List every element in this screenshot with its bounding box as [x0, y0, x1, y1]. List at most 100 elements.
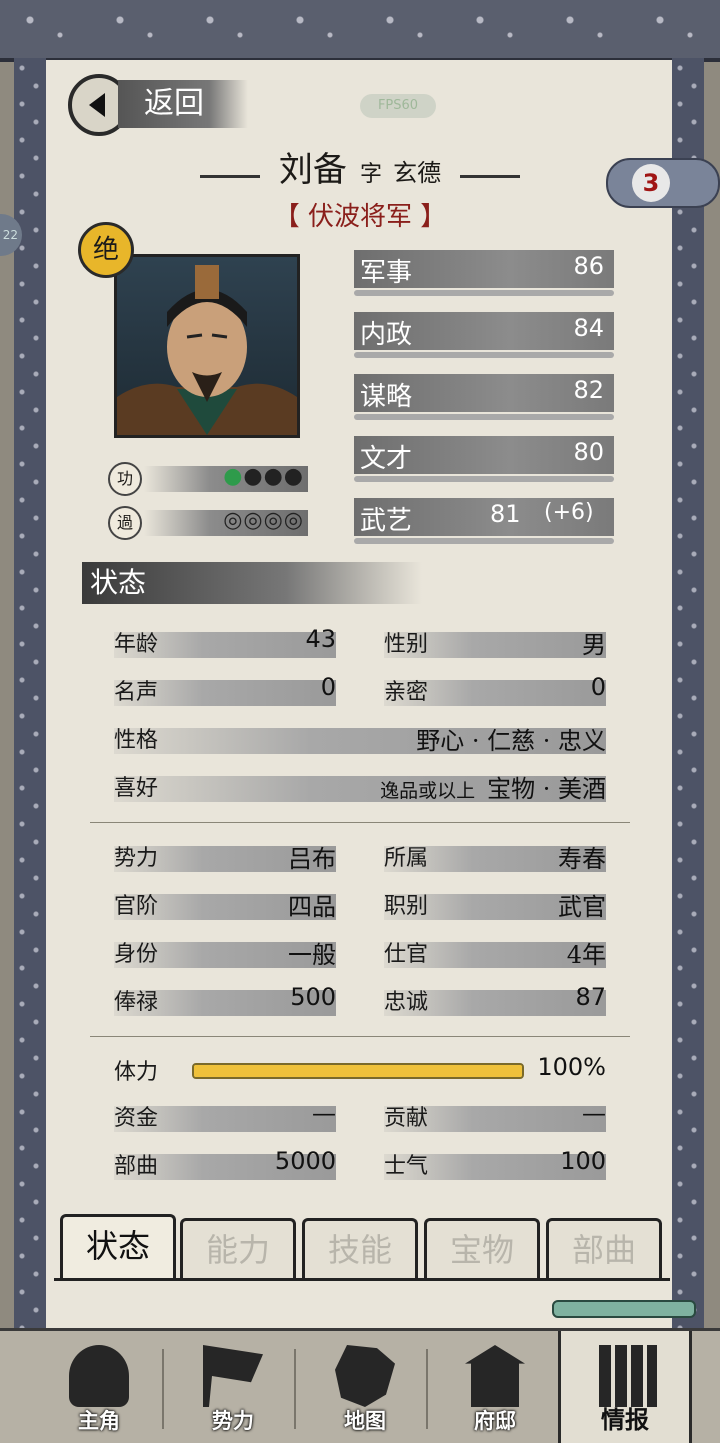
- character-name: 刘备: [278, 150, 347, 190]
- demerit-marks: ◎◎◎◎: [223, 508, 304, 533]
- nav-faction[interactable]: 势力: [168, 1331, 298, 1443]
- tab-ability[interactable]: 能力: [180, 1218, 296, 1280]
- field-label: 亲密: [384, 680, 429, 705]
- attr-label: 内政: [360, 320, 413, 350]
- mark-icon: ◎: [223, 508, 244, 533]
- attr-value: 81: [490, 500, 521, 528]
- identity-field: 身份 一般: [114, 941, 336, 969]
- merit-marks: ●●●●: [223, 464, 304, 489]
- field-value: 0: [320, 673, 336, 701]
- field-value: 野心 · 仁慈 · 忠义: [416, 727, 606, 755]
- tab-status[interactable]: 状态: [60, 1214, 176, 1280]
- gender-field: 性别 男: [384, 631, 606, 659]
- tab-troops[interactable]: 部曲: [546, 1218, 662, 1280]
- attr-literary[interactable]: 文才 80: [354, 436, 614, 482]
- field-label: 士气: [384, 1154, 429, 1179]
- field-value: —: [312, 1099, 336, 1127]
- hobby-qualifier: 逸品或以上: [380, 780, 476, 802]
- rank-field: 官阶 四品: [114, 893, 336, 921]
- faction-field: 势力 吕布: [114, 845, 336, 873]
- scroll-ribbon-icon: [552, 1300, 696, 1318]
- cloud-badge-count: 3: [632, 164, 670, 202]
- nav-hero[interactable]: 主角: [34, 1331, 164, 1443]
- merit-seal-icon: 功: [108, 462, 142, 496]
- field-value: 100%: [537, 1053, 606, 1081]
- flag-icon: [203, 1345, 263, 1407]
- portrait-image: [117, 265, 297, 435]
- attr-martial[interactable]: 武艺 81 (+6): [354, 498, 614, 544]
- hobby-field[interactable]: 喜好 逸品或以上 宝物 · 美酒: [114, 775, 606, 803]
- field-value: 吕布: [288, 845, 336, 873]
- nav-label: 情报: [601, 1405, 649, 1434]
- back-label[interactable]: 返回: [118, 80, 248, 128]
- attr-bonus: (+6): [544, 500, 594, 525]
- attr-value: 84: [573, 314, 604, 342]
- attr-value: 82: [573, 376, 604, 404]
- field-label: 仕官: [384, 942, 429, 967]
- field-label: 喜好: [114, 776, 159, 801]
- field-value: —: [582, 1099, 606, 1127]
- field-label: 资金: [114, 1106, 159, 1131]
- field-label: 体力: [114, 1060, 159, 1085]
- attr-military[interactable]: 军事 86: [354, 250, 614, 296]
- attr-politics[interactable]: 内政 84: [354, 312, 614, 358]
- funds-field: 资金 —: [114, 1099, 336, 1132]
- nav-intel[interactable]: 情报: [558, 1331, 692, 1443]
- attr-label: 武艺: [360, 506, 413, 536]
- field-label: 部曲: [114, 1154, 159, 1179]
- field-label: 职别: [384, 894, 429, 919]
- mark-icon: ●: [243, 464, 264, 489]
- nav-label: 主角: [78, 1408, 120, 1433]
- attr-strategy[interactable]: 谋略 82: [354, 374, 614, 420]
- location-field: 所属 寿春: [384, 845, 606, 873]
- field-label: 忠诚: [384, 990, 429, 1015]
- field-label: 性别: [384, 632, 429, 657]
- mark-icon: ●: [223, 464, 244, 489]
- status-section-header: 状态: [82, 562, 422, 604]
- field-label: 年龄: [114, 632, 159, 657]
- field-label: 性格: [114, 728, 159, 753]
- nav-label: 府邸: [474, 1408, 516, 1433]
- field-value: 一般: [288, 941, 336, 969]
- nav-map[interactable]: 地图: [300, 1331, 430, 1443]
- bottom-navigation: 主角 势力 地图 府邸 情报: [0, 1328, 720, 1443]
- rank-mark-badge: 绝: [78, 222, 134, 278]
- courtesy-label: 字: [359, 162, 382, 187]
- attr-value: 86: [573, 252, 604, 280]
- field-value: 100: [560, 1147, 606, 1175]
- demerit-seal-icon: 過: [108, 506, 142, 540]
- attr-value: 80: [573, 438, 604, 466]
- fame-field: 名声 0: [114, 673, 336, 706]
- field-value: 43: [305, 625, 336, 653]
- courtesy-name: 玄德: [393, 159, 442, 187]
- mark-icon: ●: [263, 464, 284, 489]
- age-field: 年龄 43: [114, 625, 336, 658]
- left-frame-border: [14, 58, 46, 1328]
- mark-icon: ◎: [263, 508, 284, 533]
- cloud-badge-icon[interactable]: 3: [606, 158, 720, 208]
- stamina-bar: [192, 1063, 524, 1079]
- mansion-icon: [465, 1345, 525, 1407]
- right-frame-border: [672, 58, 704, 1328]
- field-value: 男: [582, 631, 606, 659]
- character-portrait[interactable]: [114, 254, 300, 438]
- field-label: 身份: [114, 942, 159, 967]
- field-value: 87: [575, 983, 606, 1011]
- tab-treasure[interactable]: 宝物: [424, 1218, 540, 1280]
- field-label: 官阶: [114, 894, 159, 919]
- personality-field[interactable]: 性格 野心 · 仁慈 · 忠义: [114, 727, 606, 755]
- field-label: 名声: [114, 680, 159, 705]
- merit-row: 功 ●●●●: [108, 462, 308, 496]
- demerit-row: 過 ◎◎◎◎: [108, 506, 308, 540]
- map-icon: [335, 1345, 395, 1407]
- intimacy-field: 亲密 0: [384, 673, 606, 706]
- hero-icon: [69, 1345, 129, 1407]
- tab-skills[interactable]: 技能: [302, 1218, 418, 1280]
- field-value: 宝物 · 美酒: [487, 775, 606, 803]
- fps-indicator: FPS60: [360, 94, 436, 118]
- section-divider: [90, 1036, 630, 1037]
- field-label: 贡献: [384, 1106, 429, 1131]
- nav-label: 势力: [212, 1408, 254, 1433]
- nav-mansion[interactable]: 府邸: [430, 1331, 560, 1443]
- attr-label: 军事: [360, 258, 413, 288]
